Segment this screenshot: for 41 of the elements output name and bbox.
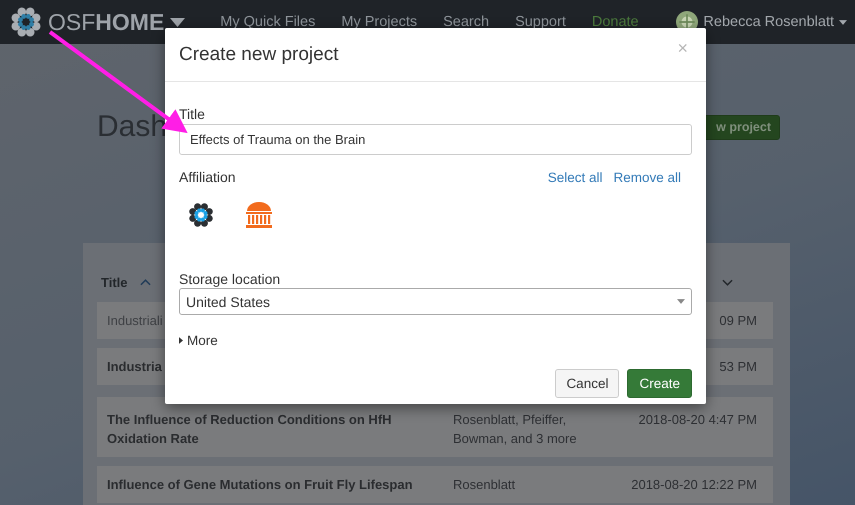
table-row[interactable]: The Influence of Reduction Conditions on HfH Oxidation Rate Rosenblatt, Pfeiffer, Bowman, and 3 more 2018-08-20 4:47 PM <box>97 397 773 457</box>
link[interactable]: Select all <box>548 170 602 184</box>
university-icon[interactable] <box>245 201 273 229</box>
project-title[interactable]: Industriali <box>107 311 165 330</box>
caret-icon <box>677 299 685 304</box>
nav-link[interactable]: My Projects <box>341 14 418 30</box>
caret-icon <box>179 337 183 344</box>
sort-down-icon[interactable] <box>722 279 733 286</box>
osf-logo-icon[interactable] <box>188 202 214 228</box>
modal-title: Create new project <box>179 44 338 66</box>
storage-select[interactable]: United States <box>179 288 692 315</box>
field-label: Title <box>179 106 206 122</box>
nav-link[interactable]: Support <box>515 14 566 30</box>
user-name[interactable]: Rebecca Rosenblatt <box>703 14 834 30</box>
nav-link[interactable]: Search <box>443 14 490 30</box>
table-row[interactable]: Influence of Gene Mutations on Fruit Fly Lifespan Rosenblatt 2018-08-20 12:22 PM <box>97 466 773 503</box>
contributors: Rosenblatt <box>453 476 516 494</box>
project-title[interactable]: Oxidation Rate <box>107 429 453 448</box>
project-title[interactable]: Industria <box>107 357 165 376</box>
column-header[interactable]: Title <box>101 275 128 290</box>
field-label: Storage location <box>179 271 282 287</box>
modified-date: 2018-08-20 12:22 PM <box>630 476 757 494</box>
modified-date: 09 PM <box>718 312 757 330</box>
contributors: Bowman, and 3 more <box>453 430 578 448</box>
cancel-button[interactable]: Cancel <box>555 369 620 398</box>
title-input[interactable]: Effects of Trauma on the Brain <box>179 124 692 155</box>
more-toggle[interactable]: More <box>179 333 218 348</box>
create-button[interactable]: Create <box>627 369 692 398</box>
caret-icon <box>839 20 847 24</box>
osf-logo-icon[interactable] <box>10 6 42 38</box>
modified-date: 53 PM <box>718 358 757 376</box>
field-label: Affiliation <box>179 169 236 185</box>
nav-link[interactable]: My Quick Files <box>220 14 316 30</box>
brand-name[interactable]: OSFHOME <box>48 8 164 36</box>
contributors: Rosenblatt, Pfeiffer, <box>453 411 568 429</box>
page-heading: Dash <box>97 110 165 144</box>
project-title[interactable]: The Influence of Reduction Conditions on HfH <box>107 410 392 429</box>
link[interactable]: Remove all <box>613 170 681 184</box>
project-title[interactable]: Influence of Gene Mutations on Fruit Fly Lifespan <box>107 475 413 494</box>
modified-date: 2018-08-20 4:47 PM <box>637 411 757 429</box>
nav-link[interactable]: Donate <box>592 14 639 30</box>
